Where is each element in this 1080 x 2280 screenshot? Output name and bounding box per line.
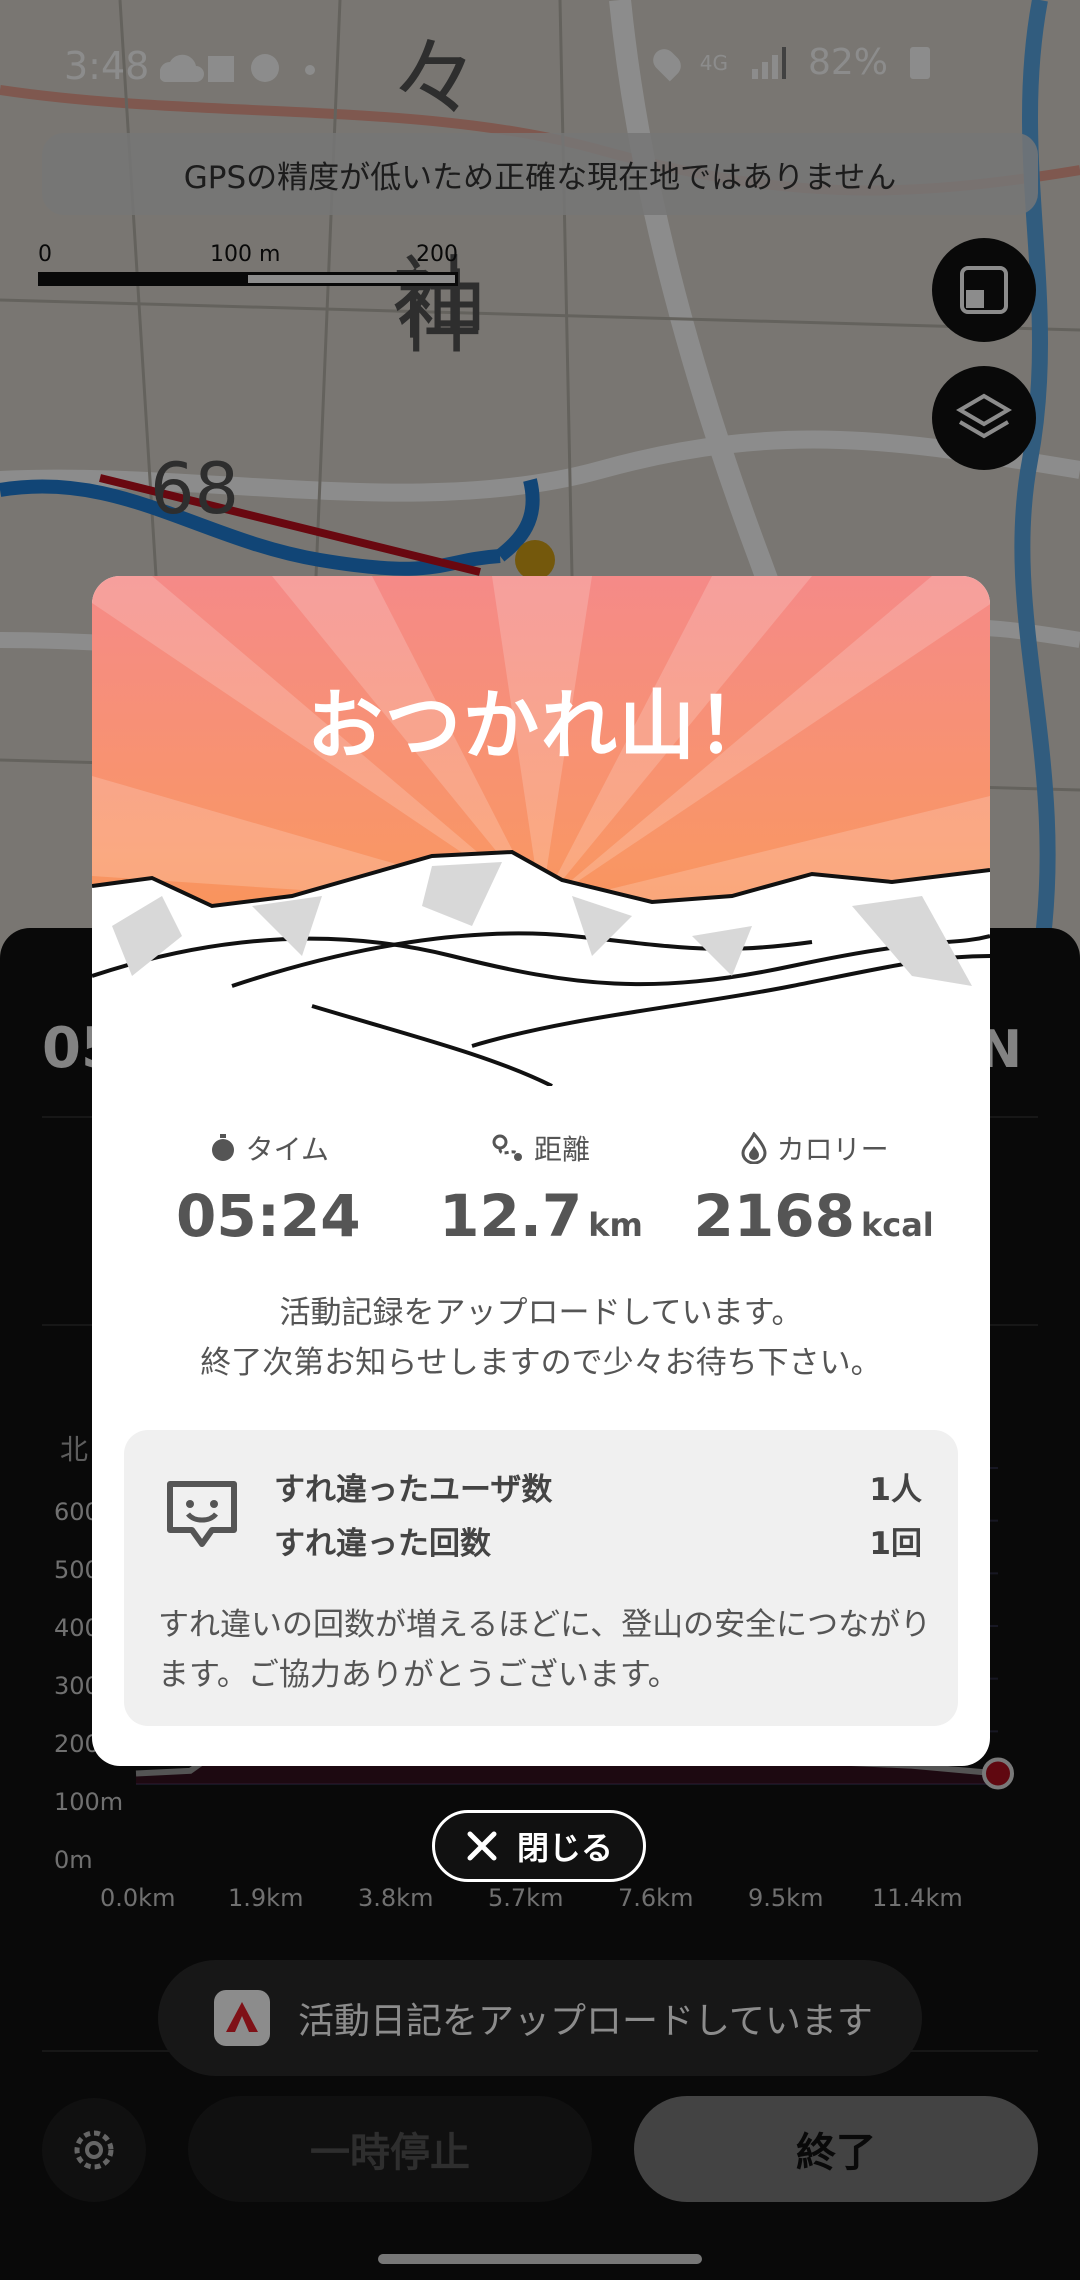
stat-label: カロリー (776, 1133, 889, 1166)
encounter-note: すれ違いの回数が増えるほどに、登山の安全につながります。ご協力ありがとうございま… (158, 1607, 932, 1693)
encounter-users-label: すれ違ったユーザ数 (274, 1472, 553, 1508)
stat-unit: km (588, 1206, 643, 1244)
route-icon (492, 1134, 522, 1161)
encounter-count-row: すれ違った回数 1回 (274, 1518, 922, 1563)
stat-distance: 距離 12.7 km (411, 1128, 671, 1250)
upload-message-line2: 終了次第お知らせしますので少々お待ち下さい。 (200, 1345, 882, 1381)
encounter-users-value: 1人 (869, 1472, 922, 1508)
encounter-icon (167, 1481, 237, 1547)
upload-message-line1: 活動記録をアップロードしています。 (279, 1295, 803, 1331)
close-icon (467, 1831, 497, 1861)
stat-time: タイム 05:24 (138, 1128, 398, 1250)
home-indicator[interactable] (378, 2254, 702, 2264)
upload-message: 活動記録をアップロードしています。 終了次第お知らせしますので少々お待ち下さい。 (92, 1288, 990, 1388)
encounter-count-value: 1回 (869, 1526, 922, 1562)
stopwatch-icon (211, 1134, 234, 1161)
close-button[interactable]: 閉じる (432, 1810, 646, 1882)
stat-value: 2168 (693, 1182, 855, 1250)
close-label: 閉じる (516, 1829, 613, 1867)
encounter-users-row: すれ違ったユーザ数 1人 (274, 1464, 922, 1509)
stat-unit: kcal (860, 1206, 934, 1244)
stats-row: タイム 05:24 距離 12.7 km カロリー 2168 kcal (92, 1128, 990, 1250)
stat-label: 距離 (533, 1133, 590, 1166)
flame-icon (741, 1132, 767, 1164)
encounter-card: すれ違ったユーザ数 1人 すれ違った回数 1回 すれ違いの回数が増えるほどに、登… (124, 1430, 958, 1726)
stat-label: タイム (245, 1133, 330, 1166)
hero-banner: おつかれ山！ (92, 576, 990, 1086)
stat-calories: カロリー 2168 kcal (684, 1128, 944, 1250)
stat-value: 05:24 (176, 1182, 361, 1250)
mountain-illustration (92, 576, 990, 1086)
finish-dialog: おつかれ山！ タイム 05:24 距離 12.7 km カロリー 2168 kcal… (92, 576, 990, 1766)
stat-value: 12.7 (439, 1182, 583, 1250)
encounter-count-label: すれ違った回数 (274, 1526, 491, 1562)
dialog-title: おつかれ山！ (307, 681, 775, 770)
